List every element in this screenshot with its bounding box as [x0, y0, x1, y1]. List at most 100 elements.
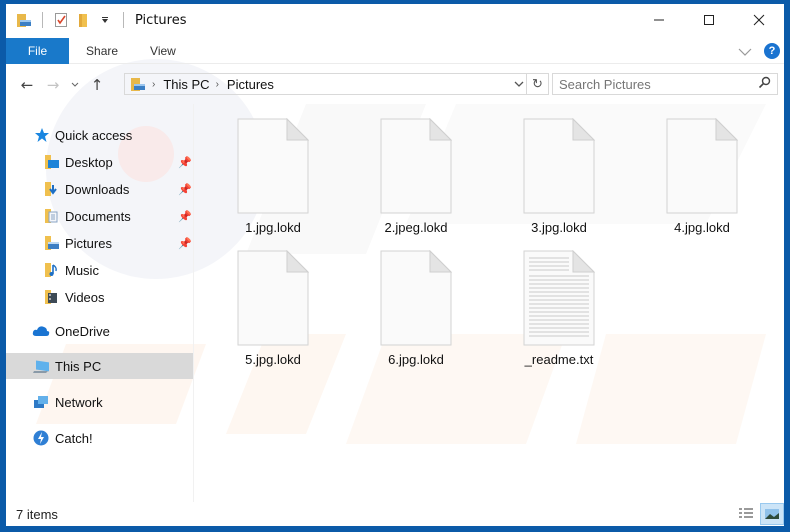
network-icon — [32, 394, 50, 410]
back-button[interactable]: ← — [14, 72, 40, 98]
breadcrumb-pictures[interactable]: Pictures — [227, 77, 274, 92]
navigation-pane: Quick access Desktop 📌 Downloads 📌 Docum… — [6, 112, 193, 502]
sidebar-item-music[interactable]: Music — [44, 257, 99, 283]
sidebar-item-label: Desktop — [65, 154, 113, 170]
window-controls — [634, 4, 784, 36]
blank-file-icon — [380, 118, 452, 214]
documents-folder-icon — [44, 208, 60, 224]
file-name: 1.jpg.lokd — [245, 220, 301, 235]
file-explorer-window: Pictures File Home Share View ? ← → ↑ — [6, 4, 784, 526]
sidebar-item-label: Videos — [65, 289, 105, 305]
file-name: _readme.txt — [524, 352, 594, 367]
file-list: 1.jpg.lokd 2.jpeg.lokd 3.jpg.lokd 4.jpg.… — [196, 104, 784, 502]
file-name: 4.jpg.lokd — [674, 220, 730, 235]
file-name: 6.jpg.lokd — [388, 352, 444, 367]
sidebar-item-label: Network — [55, 394, 103, 410]
sidebar-item-label: Music — [65, 262, 99, 278]
expand-ribbon-icon[interactable] — [738, 42, 752, 61]
maximize-button[interactable] — [684, 4, 734, 36]
text-file-icon — [523, 250, 595, 346]
file-item[interactable]: 6.jpg.lokd — [356, 250, 476, 367]
minimize-button[interactable] — [634, 4, 684, 36]
onedrive-cloud-icon — [32, 323, 50, 339]
pin-icon[interactable]: 📌 — [178, 156, 192, 169]
star-icon — [34, 127, 50, 143]
sidebar-item-desktop[interactable]: Desktop 📌 — [44, 149, 192, 175]
large-icons-view-button[interactable] — [760, 503, 784, 525]
status-bar: 7 items — [6, 502, 784, 526]
catch-app-icon — [32, 430, 50, 446]
details-view-button[interactable] — [734, 503, 758, 525]
window-title: Pictures — [135, 12, 187, 28]
details-view-icon — [739, 508, 753, 518]
blank-file-icon — [380, 250, 452, 346]
help-button[interactable]: ? — [764, 43, 780, 59]
sidebar-item-network[interactable]: Network — [32, 389, 103, 415]
search-box[interactable] — [552, 73, 778, 95]
forward-button[interactable]: → — [40, 72, 66, 98]
file-item[interactable]: 1.jpg.lokd — [213, 118, 333, 235]
blank-file-icon — [237, 250, 309, 346]
large-icons-view-icon — [765, 509, 779, 519]
toolbar-separator — [42, 12, 43, 28]
file-item[interactable]: 5.jpg.lokd — [213, 250, 333, 367]
tab-file[interactable]: File — [6, 37, 69, 64]
pin-icon[interactable]: 📌 — [178, 237, 192, 250]
sidebar-item-this-pc[interactable]: This PC — [6, 353, 193, 379]
sidebar-item-label: Quick access — [55, 127, 133, 143]
toolbar-separator — [123, 12, 124, 28]
breadcrumb-this-pc[interactable]: This PC — [163, 77, 209, 92]
sidebar-item-onedrive[interactable]: OneDrive — [32, 318, 110, 344]
new-folder-icon[interactable] — [74, 11, 92, 29]
file-item[interactable]: 2.jpeg.lokd — [356, 118, 476, 235]
file-name: 2.jpeg.lokd — [384, 220, 448, 235]
file-item[interactable]: _readme.txt — [499, 250, 619, 367]
sidebar-item-quick-access[interactable]: Quick access — [34, 122, 132, 148]
music-folder-icon — [44, 262, 60, 278]
close-button[interactable] — [734, 4, 784, 36]
sidebar-item-pictures[interactable]: Pictures 📌 — [44, 230, 192, 256]
tab-view[interactable]: View — [134, 38, 192, 64]
pictures-folder-icon — [44, 235, 60, 251]
breadcrumb-separator: › — [152, 78, 156, 90]
pane-divider[interactable] — [193, 104, 194, 502]
sidebar-item-label: Documents — [65, 208, 131, 224]
up-button[interactable]: ↑ — [84, 72, 110, 98]
pictures-location-icon — [130, 76, 146, 92]
customize-dropdown-icon[interactable] — [96, 11, 114, 29]
search-input[interactable] — [559, 76, 749, 92]
sidebar-item-downloads[interactable]: Downloads 📌 — [44, 176, 192, 202]
blank-file-icon — [237, 118, 309, 214]
recent-locations-button[interactable] — [66, 72, 84, 98]
sidebar-item-label: Downloads — [65, 181, 130, 197]
file-name: 3.jpg.lokd — [531, 220, 587, 235]
sidebar-item-videos[interactable]: Videos — [44, 284, 105, 310]
address-bar[interactable]: › This PC › Pictures ↻ — [124, 73, 549, 95]
tab-share[interactable]: Share — [70, 38, 134, 64]
navigation-bar: ← → ↑ › This PC › Pictures ↻ — [6, 70, 784, 100]
pin-icon[interactable]: 📌 — [178, 210, 192, 223]
videos-folder-icon — [44, 289, 60, 305]
address-dropdown-icon[interactable] — [514, 74, 524, 94]
file-name: 5.jpg.lokd — [245, 352, 301, 367]
sidebar-item-documents[interactable]: Documents 📌 — [44, 203, 192, 229]
file-item[interactable]: 4.jpg.lokd — [642, 118, 762, 235]
sidebar-item-label: Catch! — [55, 430, 93, 446]
file-item[interactable]: 3.jpg.lokd — [499, 118, 619, 235]
breadcrumb-separator: › — [215, 78, 219, 90]
sidebar-item-label: This PC — [55, 358, 102, 374]
blank-file-icon — [666, 118, 738, 214]
title-bar: Pictures — [6, 4, 784, 36]
computer-icon — [32, 358, 50, 374]
downloads-folder-icon — [44, 181, 60, 197]
refresh-button[interactable]: ↻ — [526, 74, 548, 94]
folder-properties-icon[interactable] — [15, 11, 33, 29]
item-count: 7 items — [16, 506, 58, 522]
search-icon[interactable] — [758, 76, 771, 92]
sidebar-item-catch[interactable]: Catch! — [32, 425, 93, 451]
pin-icon[interactable]: 📌 — [178, 183, 192, 196]
checkmark-document-icon[interactable] — [52, 11, 70, 29]
ribbon-tabs: File Home Share View ? — [6, 37, 784, 64]
blank-file-icon — [523, 118, 595, 214]
sidebar-item-label: OneDrive — [55, 323, 110, 339]
